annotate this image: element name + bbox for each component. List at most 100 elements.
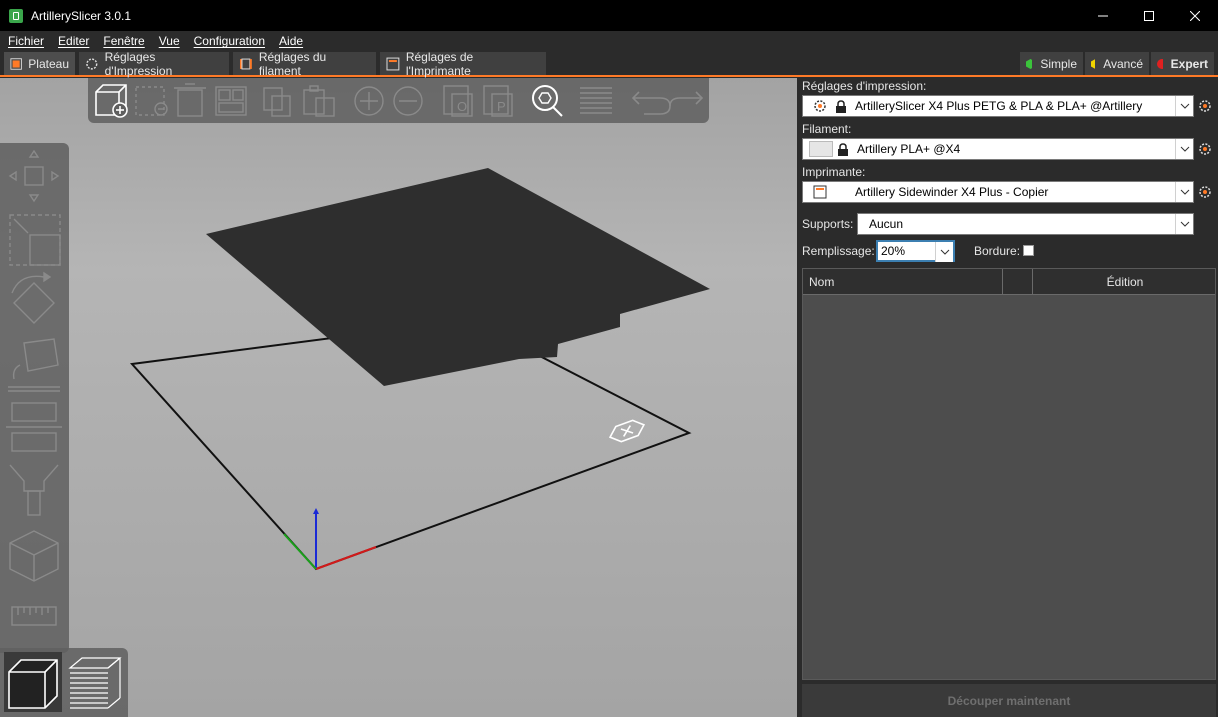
column-divider	[1002, 269, 1003, 295]
brim-label: Bordure:	[974, 244, 1021, 258]
measure-icon[interactable]	[11, 606, 57, 626]
supports-value: Aucun	[869, 217, 904, 231]
supports-combo[interactable]: Aucun	[857, 213, 1194, 235]
app-window: ArtillerySlicer 3.0.1 Fichier Editer Fen…	[0, 0, 1218, 717]
infill-label: Remplissage:	[802, 244, 875, 258]
tab-bar: Plateau Réglages d'Impression Réglages d…	[0, 50, 1218, 78]
redo-icon[interactable]	[669, 91, 704, 107]
z-axis-arrow	[313, 508, 319, 514]
object-list-header: Nom Édition	[803, 269, 1215, 295]
printer-icon	[813, 185, 827, 199]
close-icon	[1190, 10, 1200, 21]
mode-advanced-button[interactable]: Avancé	[1085, 52, 1149, 75]
printer-icon	[386, 57, 400, 70]
print-settings-combo[interactable]: ArtillerySlicer X4 Plus PETG & PLA & PLA…	[802, 95, 1194, 117]
settings-panel: Réglages d'impression: ArtillerySlicer X…	[798, 78, 1218, 717]
menu-fichier[interactable]: Fichier	[1, 34, 51, 48]
filament-value: Artillery PLA+ @X4	[857, 142, 961, 156]
preview-layers-icon[interactable]	[68, 657, 122, 709]
split-to-parts-icon[interactable]: P	[483, 85, 513, 117]
remove-instance-icon[interactable]	[393, 86, 423, 116]
svg-text:O: O	[457, 99, 467, 114]
3d-view-icon[interactable]	[8, 659, 58, 709]
gear-icon	[86, 57, 98, 70]
trash-icon[interactable]	[174, 83, 206, 117]
brim-checkbox[interactable]	[1023, 245, 1034, 256]
infill-combo[interactable]: 20%	[876, 240, 955, 262]
close-button[interactable]	[1172, 0, 1218, 31]
menu-vue[interactable]: Vue	[152, 34, 187, 48]
filament-combo[interactable]: Artillery PLA+ @X4	[802, 138, 1194, 160]
filament-gear-icon[interactable]	[1198, 142, 1212, 156]
column-name[interactable]: Nom	[809, 275, 834, 289]
left-toolbar-icons	[6, 149, 62, 626]
maximize-button[interactable]	[1126, 0, 1172, 31]
cut-icon[interactable]	[6, 402, 62, 452]
add-instance-icon[interactable]	[354, 86, 384, 116]
delete-selection-icon[interactable]	[135, 86, 168, 116]
scale-icon[interactable]	[9, 214, 61, 266]
move-icon[interactable]	[8, 149, 60, 203]
3d-viewport[interactable]: O P	[0, 78, 797, 717]
add-object-icon[interactable]	[95, 84, 128, 118]
printer-gear-icon[interactable]	[1198, 185, 1212, 199]
window-title: ArtillerySlicer 3.0.1	[31, 8, 132, 23]
y-axis	[283, 533, 317, 570]
lock-icon	[838, 142, 848, 156]
print-settings-value: ArtillerySlicer X4 Plus PETG & PLA & PLA…	[855, 99, 1143, 113]
expert-mode-icon	[1157, 58, 1163, 69]
paint-supports-icon[interactable]	[9, 464, 59, 516]
chevron-down-icon[interactable]	[935, 242, 953, 262]
menu-editer[interactable]: Editer	[51, 34, 96, 48]
split-to-objects-icon[interactable]: O	[443, 85, 473, 117]
column-edit[interactable]: Édition	[1033, 275, 1217, 289]
x-axis	[315, 546, 377, 570]
title-bar: ArtillerySlicer 3.0.1	[0, 0, 1218, 31]
simple-mode-icon	[1026, 58, 1033, 69]
filament-color-swatch	[809, 141, 833, 157]
menu-aide[interactable]: Aide	[272, 34, 310, 48]
arrange-icon[interactable]	[215, 86, 247, 116]
undo-icon[interactable]	[631, 91, 671, 115]
mode-simple-button[interactable]: Simple	[1020, 52, 1083, 75]
place-on-face-icon[interactable]	[8, 338, 60, 392]
menu-bar: Fichier Editer Fenêtre Vue Configuration…	[0, 31, 1218, 51]
object-list-table[interactable]: Nom Édition	[802, 268, 1216, 680]
search-icon[interactable]	[532, 85, 563, 117]
minimize-button[interactable]	[1080, 0, 1126, 31]
lock-icon	[836, 99, 846, 113]
slice-now-button[interactable]: Découper maintenant	[802, 684, 1216, 717]
svg-text:P: P	[497, 99, 506, 114]
tab-plateau[interactable]: Plateau	[4, 52, 75, 75]
printer-combo[interactable]: Artillery Sidewinder X4 Plus - Copier	[802, 181, 1194, 203]
build-plate	[206, 168, 710, 386]
menu-configuration[interactable]: Configuration	[187, 34, 272, 48]
minimize-icon	[1098, 15, 1108, 16]
view-toolbar	[0, 648, 128, 717]
bed-logo	[608, 419, 646, 443]
tab-plateau-label: Plateau	[28, 56, 69, 71]
print-settings-label: Réglages d'impression:	[802, 79, 927, 93]
rotate-icon[interactable]	[11, 271, 55, 324]
tab-print-settings[interactable]: Réglages d'Impression	[79, 50, 229, 78]
menu-fenetre[interactable]: Fenêtre	[96, 34, 151, 48]
mode-simple-label: Simple	[1040, 56, 1077, 71]
copy-icon[interactable]	[263, 87, 291, 117]
chevron-down-icon[interactable]	[1175, 182, 1193, 202]
scene	[129, 168, 710, 571]
layers-editing-icon[interactable]	[580, 87, 612, 114]
chevron-down-icon[interactable]	[1175, 214, 1193, 234]
maximize-icon	[1144, 10, 1154, 21]
mode-expert-button[interactable]: Expert	[1151, 52, 1214, 75]
tab-printer-settings[interactable]: Réglages de l'Imprimante	[380, 50, 546, 78]
printer-value: Artillery Sidewinder X4 Plus - Copier	[855, 185, 1049, 199]
paste-icon[interactable]	[303, 85, 335, 117]
chevron-down-icon[interactable]	[1175, 139, 1193, 159]
tab-filament-settings[interactable]: Réglages du filament	[233, 50, 376, 78]
seam-painting-icon[interactable]	[9, 530, 59, 582]
chevron-down-icon[interactable]	[1175, 96, 1193, 116]
plater-icon	[10, 57, 22, 70]
left-toolbar	[0, 143, 69, 653]
advanced-mode-icon	[1091, 58, 1096, 69]
print-settings-gear-icon[interactable]	[1198, 99, 1212, 113]
